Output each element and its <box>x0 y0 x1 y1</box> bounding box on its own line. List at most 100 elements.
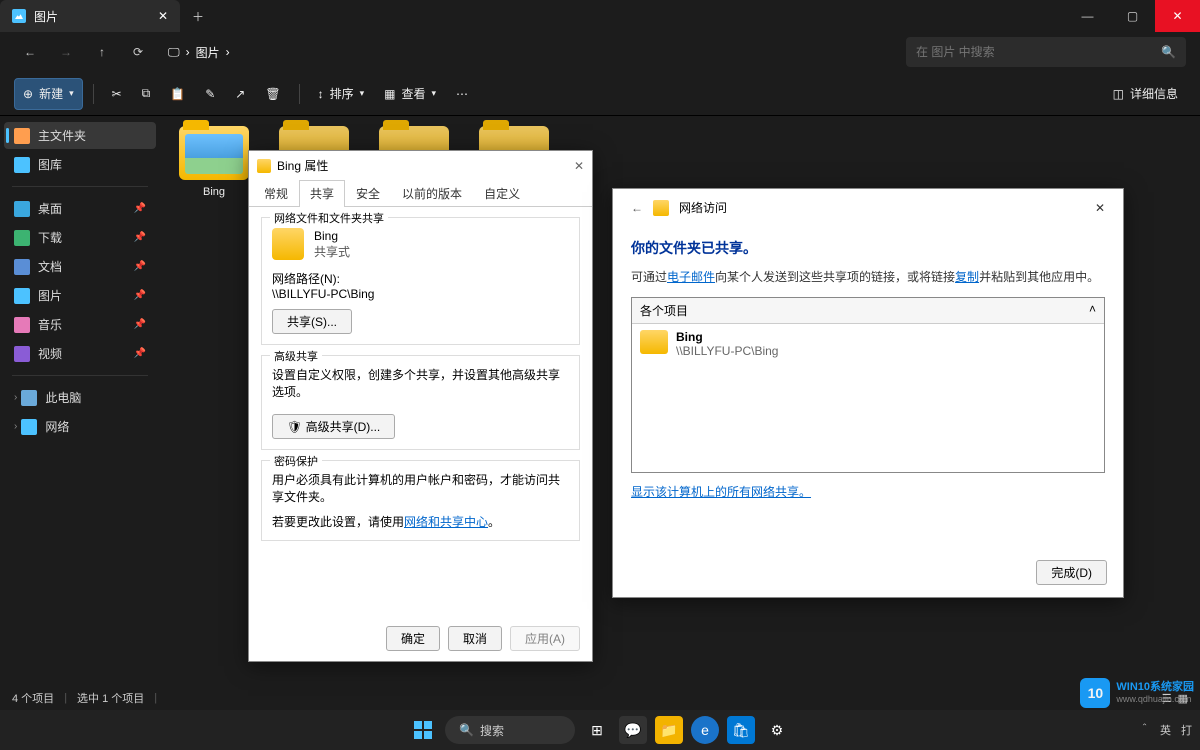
pin-icon: 📌 <box>134 319 146 330</box>
paste-button[interactable]: 📋 <box>162 78 193 110</box>
sidebar-item-documents[interactable]: 文档 📌 <box>4 253 156 280</box>
dialog-close-button[interactable]: ✕ <box>1095 201 1105 215</box>
pin-icon: 📌 <box>134 348 146 359</box>
taskbar: 🔍 搜索 ⊞ 💬 📁 e 🛍 ⚙ ＾ 英 打 <box>0 710 1200 750</box>
search-icon[interactable]: 🔍 <box>1161 45 1176 59</box>
more-button[interactable]: ⋯ <box>448 78 476 110</box>
back-button[interactable]: ← <box>14 36 46 68</box>
advanced-share-button[interactable]: 🛡 高级共享(D)... <box>272 414 395 439</box>
search-icon: 🔍 <box>459 723 474 737</box>
details-pane-button[interactable]: ◫ 详细信息 <box>1105 78 1186 110</box>
dialog-title: Bing 属性 <box>277 157 328 174</box>
network-center-link[interactable]: 网络和共享中心 <box>404 515 488 529</box>
item-path: \\BILLYFU-PC\Bing <box>676 344 778 358</box>
ime-mode[interactable]: 打 <box>1181 722 1192 738</box>
item-count: 4 个项目 <box>12 690 54 706</box>
chevron-up-icon[interactable]: ˄ <box>1089 302 1096 319</box>
documents-icon <box>14 259 30 275</box>
chevron-right-icon: › <box>14 421 17 432</box>
cancel-button[interactable]: 取消 <box>448 626 502 651</box>
ime-language[interactable]: 英 <box>1160 722 1171 738</box>
copy-icon: ⧉ <box>142 86 151 101</box>
taskbar-explorer[interactable]: 📁 <box>655 716 683 744</box>
shared-items-list: 各个项目 ˄ Bing \\BILLYFU-PC\Bing <box>631 297 1105 473</box>
ok-button[interactable]: 确定 <box>386 626 440 651</box>
minimize-button[interactable]: — <box>1065 0 1110 32</box>
apply-button[interactable]: 应用(A) <box>510 626 580 651</box>
delete-button[interactable]: 🗑 <box>257 78 288 110</box>
rename-button[interactable]: ✎ <box>197 78 223 110</box>
sort-button[interactable]: ↕ 排序 ▾ <box>310 78 373 110</box>
home-icon <box>14 128 30 144</box>
tab-general[interactable]: 常规 <box>253 180 299 206</box>
folder-icon <box>272 228 304 260</box>
tab-custom[interactable]: 自定义 <box>473 180 531 206</box>
taskbar-store[interactable]: 🛍 <box>727 716 755 744</box>
list-item[interactable]: Bing \\BILLYFU-PC\Bing <box>632 324 1104 364</box>
start-button[interactable] <box>409 716 437 744</box>
share-item-name: Bing <box>314 229 350 243</box>
breadcrumb-item[interactable]: 图片 <box>196 44 220 61</box>
folder-icon <box>179 126 249 180</box>
tab-previous-versions[interactable]: 以前的版本 <box>391 180 473 206</box>
up-button[interactable]: ↑ <box>86 36 118 68</box>
view-button[interactable]: ▦ 查看 ▾ <box>376 78 444 110</box>
pin-icon: 📌 <box>134 261 146 272</box>
search-input[interactable] <box>916 45 1161 59</box>
refresh-button[interactable]: ⟳ <box>122 36 154 68</box>
task-view-button[interactable]: ⊞ <box>583 716 611 744</box>
list-header[interactable]: 各个项目 ˄ <box>632 298 1104 324</box>
new-tab-button[interactable]: ＋ <box>180 8 216 25</box>
close-button[interactable]: ✕ <box>1155 0 1200 32</box>
tab-close-button[interactable]: ✕ <box>158 9 168 23</box>
share-button[interactable]: ↗ <box>227 78 253 110</box>
sidebar-item-videos[interactable]: 视频 📌 <box>4 340 156 367</box>
dialog-titlebar[interactable]: Bing 属性 ✕ <box>249 151 592 180</box>
forward-button[interactable]: → <box>50 36 82 68</box>
share-button[interactable]: 共享(S)... <box>272 309 352 334</box>
sidebar: 主文件夹 图库 桌面 📌 下载 📌 文档 📌 图片 📌 音 <box>0 116 160 686</box>
chevron-right-icon: › <box>226 45 230 59</box>
sidebar-item-thispc[interactable]: › 此电脑 <box>4 384 156 411</box>
taskbar-settings[interactable]: ⚙ <box>763 716 791 744</box>
done-button[interactable]: 完成(D) <box>1036 560 1107 585</box>
email-link[interactable]: 电子邮件 <box>667 270 715 284</box>
taskbar-edge[interactable]: e <box>691 716 719 744</box>
tab-share[interactable]: 共享 <box>299 180 345 207</box>
folder-item[interactable]: Bing <box>174 126 254 198</box>
sidebar-item-network[interactable]: › 网络 <box>4 413 156 440</box>
new-button[interactable]: ⊕ 新建 ▾ <box>14 78 83 110</box>
show-all-shares-link[interactable]: 显示该计算机上的所有网络共享。 <box>631 483 811 500</box>
maximize-button[interactable]: ▢ <box>1110 0 1155 32</box>
folder-icon <box>257 159 271 173</box>
taskbar-search[interactable]: 🔍 搜索 <box>445 716 575 744</box>
search-box[interactable]: 🔍 <box>906 37 1186 67</box>
plus-icon: ⊕ <box>23 87 33 101</box>
sidebar-item-home[interactable]: 主文件夹 <box>4 122 156 149</box>
dialog-close-button[interactable]: ✕ <box>574 159 584 173</box>
breadcrumb[interactable]: 🖵 › 图片 › <box>158 44 240 61</box>
network-access-dialog: ← 网络访问 ✕ 你的文件夹已共享。 可通过电子邮件向某个人发送到这些共享项的链… <box>612 188 1124 598</box>
advanced-desc: 设置自定义权限，创建多个共享，并设置其他高级共享选项。 <box>272 366 569 400</box>
pwd-desc-1: 用户必须具有此计算机的用户帐户和密码，才能访问共享文件夹。 <box>272 471 569 505</box>
system-tray: ＾ 英 打 <box>1139 722 1192 738</box>
taskbar-app[interactable]: 💬 <box>619 716 647 744</box>
netpath-label: 网络路径(N): <box>272 270 569 287</box>
sidebar-item-downloads[interactable]: 下载 📌 <box>4 224 156 251</box>
cut-button[interactable]: ✂ <box>104 78 130 110</box>
tab-security[interactable]: 安全 <box>345 180 391 206</box>
copy-link[interactable]: 复制 <box>955 270 979 284</box>
sidebar-item-pictures[interactable]: 图片 📌 <box>4 282 156 309</box>
trash-icon: 🗑 <box>265 87 280 101</box>
tray-chevron-icon[interactable]: ＾ <box>1139 722 1150 738</box>
window-tab[interactable]: 图片 ✕ <box>0 0 180 32</box>
copy-button[interactable]: ⧉ <box>134 78 159 110</box>
pictures-icon <box>14 288 30 304</box>
sidebar-item-music[interactable]: 音乐 📌 <box>4 311 156 338</box>
sidebar-item-gallery[interactable]: 图库 <box>4 151 156 178</box>
sidebar-item-desktop[interactable]: 桌面 📌 <box>4 195 156 222</box>
folder-icon <box>640 330 668 354</box>
back-button[interactable]: ← <box>631 201 643 215</box>
chevron-right-icon: › <box>186 45 190 59</box>
desktop-icon <box>14 201 30 217</box>
